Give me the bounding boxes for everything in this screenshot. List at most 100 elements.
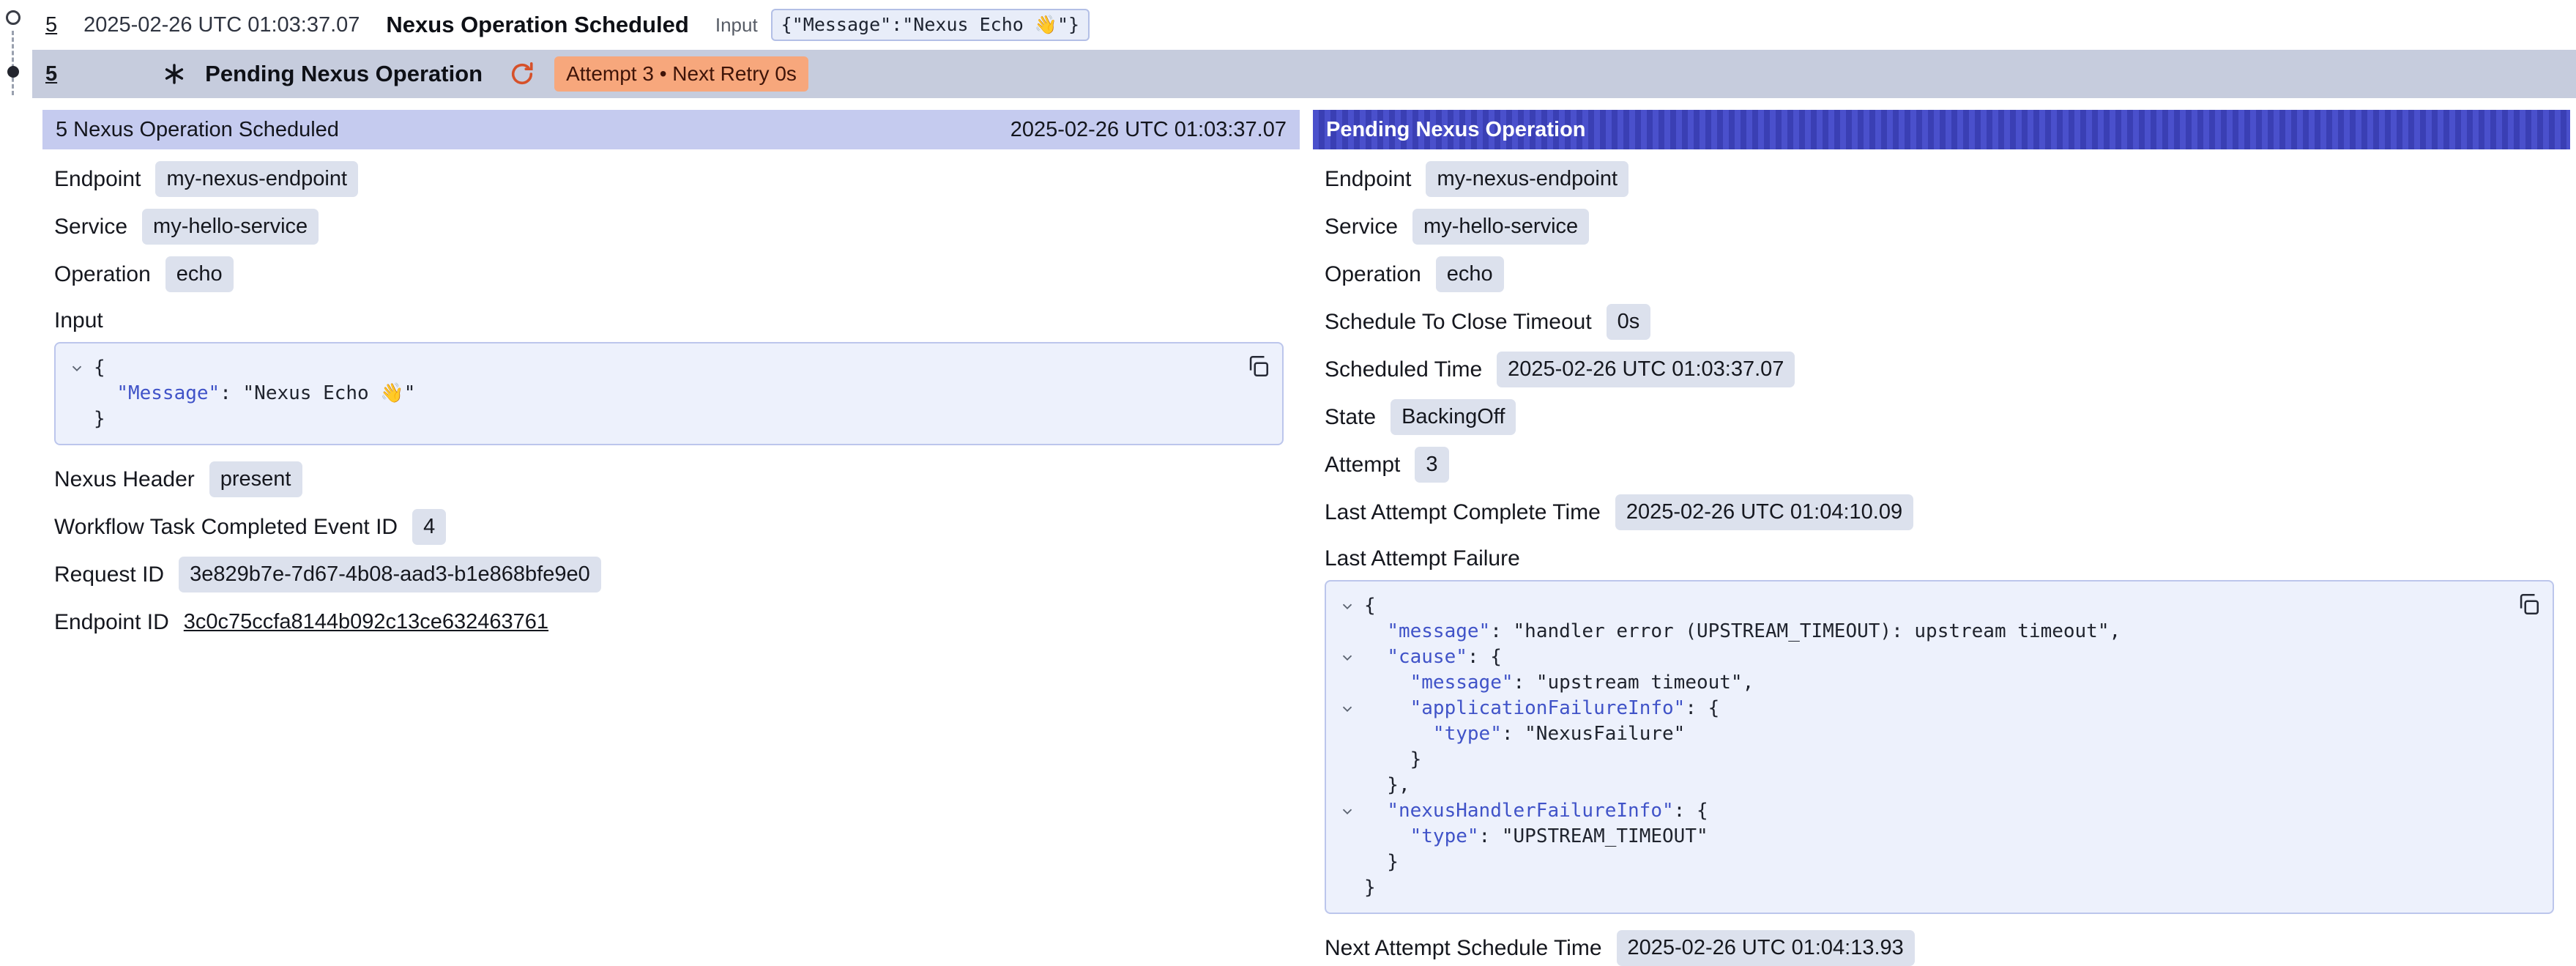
last-attempt-failure-label: Last Attempt Failure [1325,546,2563,571]
event-timeline-gutter [0,0,32,110]
json-code-text: }, [1364,773,1410,798]
json-code-text: { [1364,593,1376,619]
nexus-header-badge: present [209,461,302,497]
state-badge: BackingOff [1391,399,1516,435]
field-label: Last Attempt Complete Time [1325,500,1601,525]
collapse-chevron-icon[interactable] [1330,644,1364,670]
collapse-chevron-icon[interactable] [1330,798,1364,824]
json-line: "applicationFailureInfo": { [1330,696,2501,721]
workflow-task-event-id-badge: 4 [412,509,446,545]
json-line: "type": "NexusFailure" [1330,721,2501,747]
timeline-filled-dot-icon [7,66,19,78]
event-row-pending-nexus-operation[interactable]: 5 Pending Nexus Operation Attempt 3 • Ne… [32,50,2576,98]
field-row-service: Service my-hello-service [54,209,1292,245]
copy-icon[interactable] [2514,590,2542,618]
field-label: Nexus Header [54,467,195,492]
json-line: { [1330,593,2501,619]
json-code-text: } [1364,850,1399,875]
request-id-badge: 3e829b7e-7d67-4b08-aad3-b1e868bfe9e0 [179,557,601,592]
failure-json-viewer: { "message": "handler error (UPSTREAM_TI… [1325,580,2554,914]
event-timestamp: 2025-02-26 UTC 01:03:37.07 [83,13,360,37]
pending-panel-title: Pending Nexus Operation [1326,118,1586,142]
json-line: } [1330,875,2501,901]
field-row-state: State BackingOff [1325,399,2563,435]
scheduled-panel-timestamp: 2025-02-26 UTC 01:03:37.07 [1010,118,1287,142]
json-code-text: "applicationFailureInfo": { [1364,696,1719,721]
collapse-chevron-icon[interactable] [60,355,94,381]
field-label: State [1325,405,1376,430]
collapse-chevron-icon [1330,619,1364,644]
field-label: Scheduled Time [1325,357,1482,382]
json-line: "nexusHandlerFailureInfo": { [1330,798,2501,824]
field-label: Workflow Task Completed Event ID [54,515,398,540]
collapse-chevron-icon[interactable] [1330,593,1364,619]
collapse-chevron-icon [1330,850,1364,875]
json-code-text: } [1364,875,1376,901]
next-attempt-schedule-time-badge: 2025-02-26 UTC 01:04:13.93 [1617,930,1915,966]
event-title: Pending Nexus Operation [205,61,483,87]
operation-badge: echo [165,256,234,292]
collapse-chevron-icon [1330,875,1364,901]
json-code-text: "type": "UPSTREAM_TIMEOUT" [1364,824,1708,850]
json-line: } [60,406,1231,432]
field-row-request-id: Request ID 3e829b7e-7d67-4b08-aad3-b1e86… [54,557,1292,592]
copy-icon[interactable] [1244,352,1272,380]
json-line: "message": "handler error (UPSTREAM_TIME… [1330,619,2501,644]
json-code-text: } [94,406,105,432]
endpoint-badge: my-nexus-endpoint [1426,161,1628,197]
event-row-nexus-operation-scheduled[interactable]: 5 2025-02-26 UTC 01:03:37.07 Nexus Opera… [0,0,2576,50]
attempt-badge: 3 [1415,447,1448,483]
service-badge: my-hello-service [1412,209,1589,245]
collapse-chevron-icon [1330,747,1364,773]
field-label: Request ID [54,562,164,587]
event-title: Nexus Operation Scheduled [386,12,688,38]
collapse-chevron-icon [1330,824,1364,850]
field-label: Endpoint ID [54,610,169,635]
input-section-label: Input [54,308,1292,333]
pending-operation-panel: Pending Nexus Operation Endpoint my-nexu… [1313,110,2570,956]
attempt-retry-badge: Attempt 3 • Next Retry 0s [554,56,808,92]
event-id-link[interactable]: 5 [45,13,57,37]
field-row-operation: Operation echo [1325,256,2563,292]
field-row-schedule-to-close-timeout: Schedule To Close Timeout 0s [1325,304,2563,340]
pending-asterisk-icon [163,62,186,86]
last-attempt-complete-time-badge: 2025-02-26 UTC 01:04:10.09 [1615,494,1913,530]
endpoint-id-link[interactable]: 3c0c75ccfa8144b092c13ce632463761 [184,610,548,634]
json-line: } [1330,747,2501,773]
collapse-chevron-icon [60,406,94,432]
scheduled-panel-header: 5 Nexus Operation Scheduled 2025-02-26 U… [42,110,1300,149]
json-code-text: "type": "NexusFailure" [1364,721,1685,747]
json-code-text: "Message": "Nexus Echo 👋" [94,381,415,406]
field-label: Endpoint [1325,167,1411,192]
json-line: }, [1330,773,2501,798]
input-preview-chip: {"Message":"Nexus Echo 👋"} [771,9,1090,41]
event-id-link[interactable]: 5 [45,62,57,86]
scheduled-panel-title: 5 Nexus Operation Scheduled [56,118,339,142]
scheduled-event-panel: 5 Nexus Operation Scheduled 2025-02-26 U… [42,110,1300,956]
collapse-chevron-icon [1330,721,1364,747]
schedule-to-close-timeout-badge: 0s [1607,304,1651,340]
json-code-text: } [1364,747,1421,773]
json-code-text: { [94,355,105,381]
field-row-attempt: Attempt 3 [1325,447,2563,483]
retry-icon [509,61,535,87]
collapse-chevron-icon [1330,670,1364,696]
collapse-chevron-icon[interactable] [1330,696,1364,721]
field-label: Service [54,215,127,239]
json-line: "Message": "Nexus Echo 👋" [60,381,1231,406]
json-line: { [60,355,1231,381]
collapse-chevron-icon [1330,773,1364,798]
collapse-chevron-icon [60,381,94,406]
json-line: "message": "upstream timeout", [1330,670,2501,696]
service-badge: my-hello-service [142,209,319,245]
endpoint-badge: my-nexus-endpoint [155,161,358,197]
field-row-last-attempt-complete-time: Last Attempt Complete Time 2025-02-26 UT… [1325,494,2563,530]
field-label: Operation [54,262,151,287]
field-row-endpoint-id: Endpoint ID 3c0c75ccfa8144b092c13ce63246… [54,604,1292,640]
pending-panel-header: Pending Nexus Operation [1313,110,2570,149]
field-row-scheduled-time: Scheduled Time 2025-02-26 UTC 01:03:37.0… [1325,352,2563,387]
field-label: Operation [1325,262,1421,287]
timeline-dashed-connector [12,31,14,95]
field-row-service: Service my-hello-service [1325,209,2563,245]
field-row-nexus-header: Nexus Header present [54,461,1292,497]
